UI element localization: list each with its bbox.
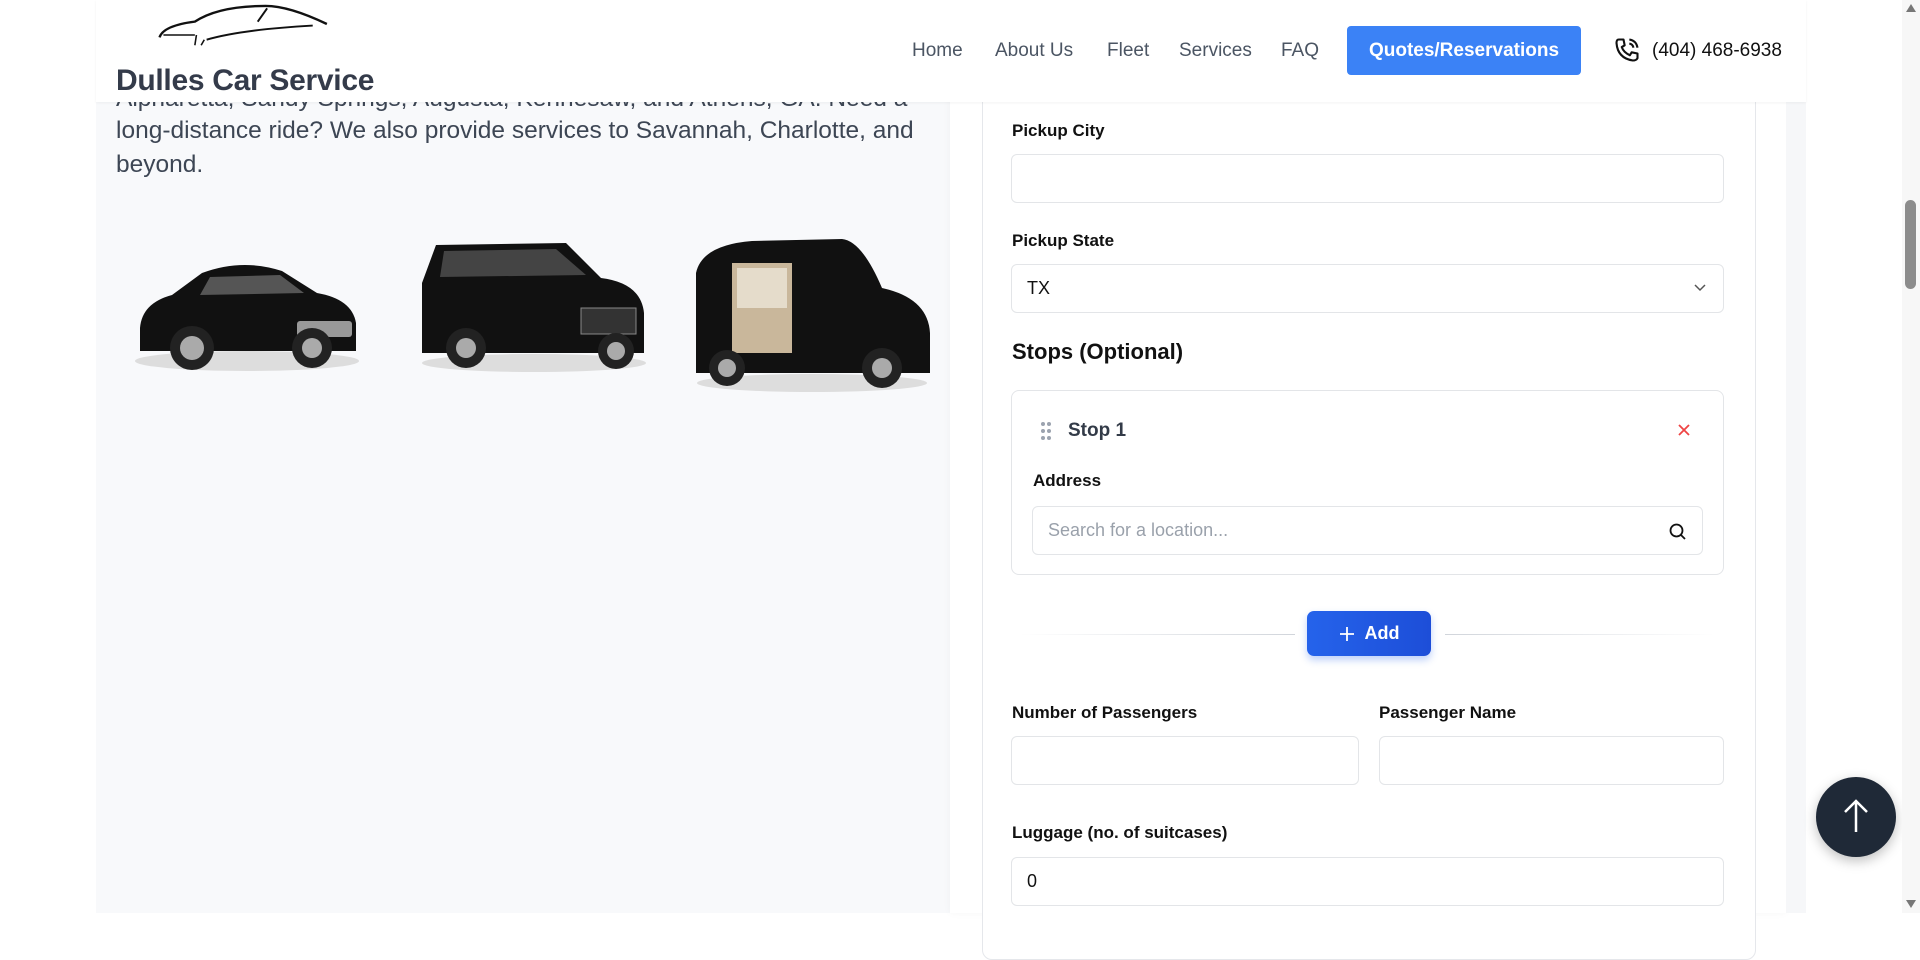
scrollbar[interactable] (1902, 0, 1920, 913)
nav-fleet[interactable]: Fleet (1107, 40, 1149, 62)
stop-title: Stop 1 (1068, 420, 1127, 441)
nav-home[interactable]: Home (912, 40, 963, 62)
nav-faq[interactable]: FAQ (1281, 40, 1319, 62)
scrollbar-thumb[interactable] (1905, 200, 1916, 289)
plus-icon (1339, 626, 1354, 641)
address-search-input[interactable]: Search for a location... (1032, 506, 1703, 555)
remove-stop-icon[interactable] (1677, 423, 1691, 437)
stops-heading: Stops (Optional) (1012, 339, 1184, 364)
scroll-to-top-button[interactable] (1816, 777, 1896, 857)
address-label: Address (1033, 471, 1102, 490)
panel-gutter (1786, 0, 1806, 913)
divider-right (1445, 634, 1715, 635)
chevron-down-icon (1694, 284, 1706, 292)
drag-handle-icon[interactable] (1040, 421, 1052, 441)
pickup-state-select[interactable]: TX (1011, 264, 1724, 313)
logo-car-icon[interactable] (132, 2, 352, 57)
search-icon (1669, 523, 1686, 540)
phone-number[interactable]: (404) 468-6938 (1652, 40, 1782, 62)
phone-call-icon (1615, 38, 1639, 62)
add-stop-button[interactable]: Add (1307, 611, 1431, 656)
intro-text-line: long-distance ride? We also provide serv… (116, 117, 914, 144)
intro-text-line: beyond. (116, 151, 204, 178)
quotes-reservations-button[interactable]: Quotes/Reservations (1347, 26, 1581, 75)
sprinter-van-image (696, 239, 930, 392)
pickup-city-label: Pickup City (1012, 121, 1105, 140)
site-header: Dulles Car Service Home About Us Fleet S… (96, 0, 1806, 102)
brand-name[interactable]: Dulles Car Service (116, 64, 374, 98)
luggage-input[interactable]: 0 (1011, 857, 1724, 906)
scroll-down-arrow-icon[interactable] (1906, 900, 1916, 908)
suv-image (422, 243, 646, 372)
passengers-input[interactable] (1011, 736, 1359, 785)
nav-about-us[interactable]: About Us (995, 40, 1073, 62)
luggage-label: Luggage (no. of suitcases) (1012, 823, 1228, 842)
pickup-city-input[interactable] (1011, 154, 1724, 203)
passenger-name-input[interactable] (1379, 736, 1724, 785)
arrow-up-icon (1844, 798, 1868, 832)
add-stop-label: Add (1364, 623, 1400, 643)
sedan-image (135, 264, 359, 371)
passengers-label: Number of Passengers (1012, 703, 1198, 722)
pickup-state-value: TX (1027, 278, 1051, 298)
pickup-state-label: Pickup State (1012, 231, 1115, 250)
scroll-up-arrow-icon[interactable] (1906, 4, 1916, 12)
passenger-name-label: Passenger Name (1379, 703, 1517, 722)
divider-left (1020, 634, 1295, 635)
nav-services[interactable]: Services (1179, 40, 1252, 62)
address-placeholder: Search for a location... (1048, 520, 1229, 540)
